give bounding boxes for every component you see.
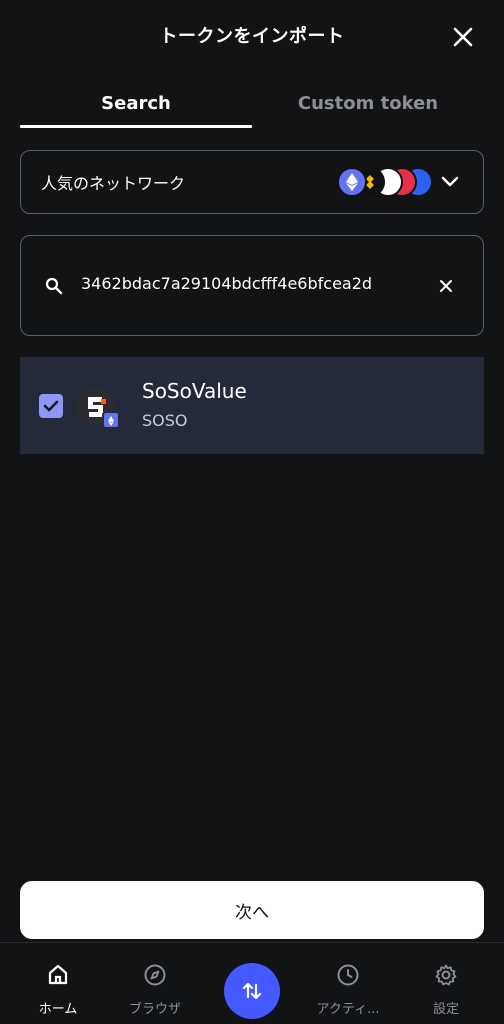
nav-activity-label: アクティ...: [316, 1002, 380, 1017]
chevron-down-icon: [441, 176, 459, 187]
page-title: トークンをインポート: [159, 26, 345, 47]
ethereum-network-badge-icon: [102, 411, 120, 429]
gear-icon: [435, 964, 457, 986]
nav-browser[interactable]: ブラウザ: [107, 943, 203, 1024]
clock-icon: [337, 964, 359, 986]
token-list-item[interactable]: SoSoValue SOSO: [20, 357, 484, 454]
search-field[interactable]: 3462bdac7a29104bdcfff4e6bfcea2d: [20, 235, 484, 336]
close-icon[interactable]: [452, 26, 474, 48]
compass-icon: [144, 964, 166, 986]
swap-icon: [242, 982, 262, 1000]
search-icon: [45, 277, 63, 295]
ethereum-glyph: [346, 173, 358, 191]
nav-activity[interactable]: アクティ...: [300, 943, 396, 1024]
next-button[interactable]: 次へ: [20, 881, 484, 939]
tab-bar: Search Custom token: [0, 78, 504, 130]
nav-browser-label: ブラウザ: [128, 1002, 181, 1017]
tab-search[interactable]: Search: [20, 78, 252, 128]
ethereum-badge-glyph: [108, 416, 114, 426]
network-select[interactable]: 人気のネットワーク: [20, 150, 484, 214]
token-checkbox[interactable]: [39, 394, 63, 418]
clear-icon[interactable]: [439, 279, 453, 293]
tab-custom-token[interactable]: Custom token: [252, 78, 484, 128]
active-tab-indicator: [20, 125, 252, 128]
token-symbol: SOSO: [142, 411, 188, 430]
network-select-label: 人気のネットワーク: [41, 174, 186, 193]
token-name: SoSoValue: [142, 379, 247, 403]
bottom-navigation: ホーム ブラウザ アクティ... 設定: [0, 942, 504, 1024]
nav-settings[interactable]: 設定: [398, 943, 494, 1024]
home-icon: [48, 964, 68, 985]
nav-settings-label: 設定: [432, 1002, 459, 1017]
network-icons: [337, 167, 433, 197]
nav-home[interactable]: ホーム: [10, 943, 106, 1024]
header: トークンをインポート: [0, 0, 504, 70]
search-input[interactable]: 3462bdac7a29104bdcfff4e6bfcea2d: [81, 274, 421, 298]
nav-home-label: ホーム: [38, 1002, 78, 1017]
ethereum-icon: [337, 167, 367, 197]
check-icon: [43, 400, 59, 412]
swap-button[interactable]: [224, 963, 280, 1019]
